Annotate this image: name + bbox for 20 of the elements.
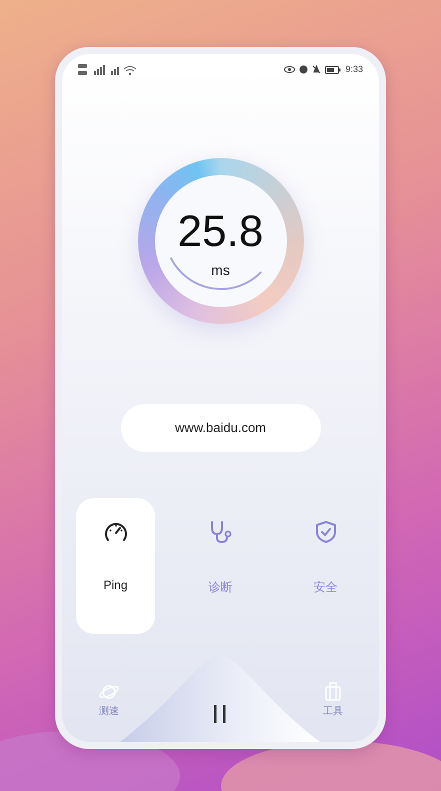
mute-icon: [312, 65, 322, 74]
host-field[interactable]: www.baidu.com: [120, 404, 320, 452]
bag-icon: [324, 681, 342, 701]
pause-button[interactable]: [212, 702, 228, 722]
tab[interactable]: 安全: [286, 498, 365, 634]
latency-value: 25.8: [178, 210, 264, 254]
planet-icon: [98, 683, 120, 701]
battery-icon: [325, 66, 342, 74]
speedometer-icon: [102, 520, 128, 542]
nav-item[interactable]: 测速: [92, 682, 126, 720]
shield-check-icon: [314, 520, 336, 544]
tab[interactable]: 诊断: [181, 498, 260, 634]
unit-label: ms: [211, 260, 230, 280]
eye-icon: [284, 66, 296, 73]
signal-icon: [78, 64, 136, 76]
clock-time: 9:33: [345, 62, 363, 76]
nav-item[interactable]: 工具: [317, 680, 349, 720]
tab[interactable]: Ping: [76, 498, 155, 634]
stethoscope-icon: [208, 520, 232, 544]
alarm-icon: [299, 65, 308, 74]
